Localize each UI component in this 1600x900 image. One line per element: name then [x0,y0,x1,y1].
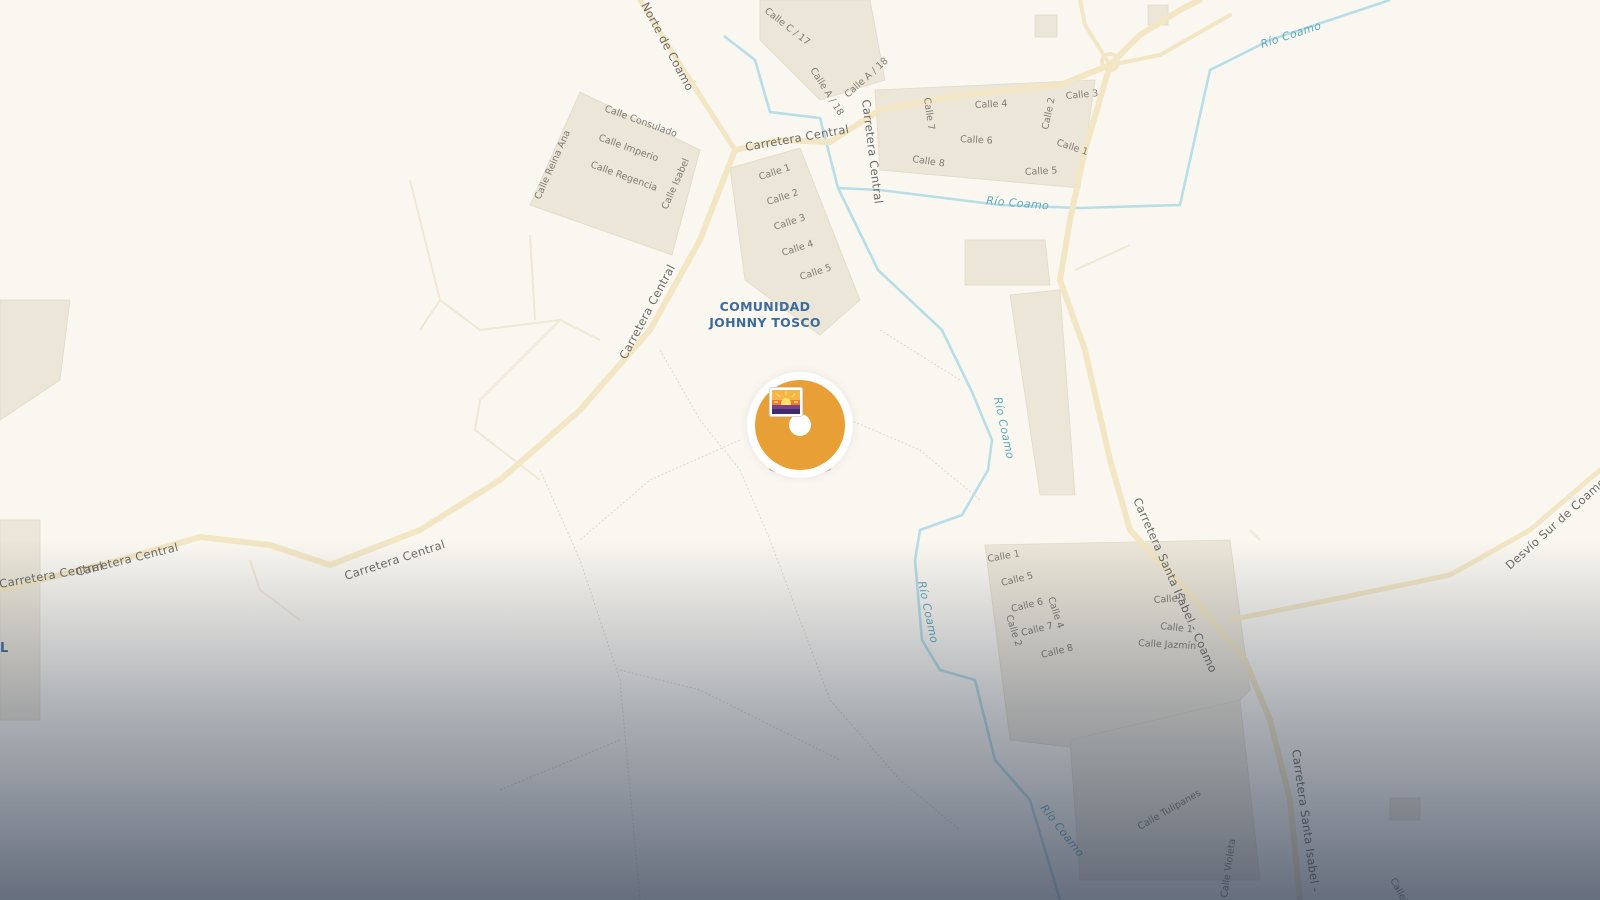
marker-center-dot [789,414,811,436]
block-west-south [0,519,41,721]
street-label: Calle 6 [960,134,993,147]
place-label-line: COMUNIDAD [719,299,811,314]
map-view[interactable]: Carretera Central Carretera Central Carr… [0,0,1600,900]
block-calle-4 [874,79,1096,189]
building-small [1034,14,1058,38]
block-north-east [964,239,1051,286]
street-label: Calle 3 [1153,593,1186,606]
place-label-partial: L [0,641,8,656]
building-small [1389,797,1421,821]
place-label-comunidad-johnny-tosco: COMUNIDAD JOHNNY TOSCO [680,299,850,331]
street-label: Calle 5 [1025,165,1058,178]
photo-marker[interactable] [747,372,853,478]
place-label-line: JOHNNY TOSCO [709,315,821,330]
street-label: Calle 4 [975,98,1008,111]
sunset-photo-icon [769,387,803,417]
